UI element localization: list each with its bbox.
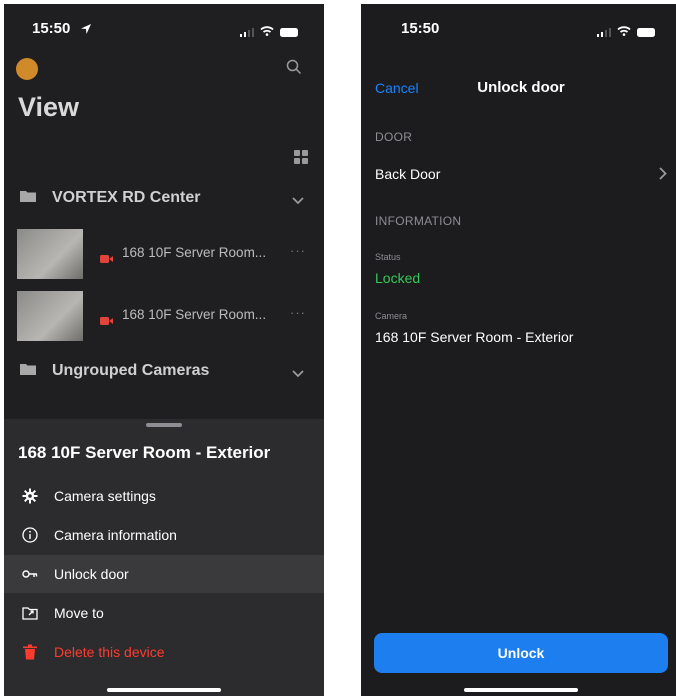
menu-item-move-to[interactable]: Move to [4,594,324,632]
camera-name: 168 10F Server Room... [122,307,267,322]
camera-group-ungrouped[interactable]: Ungrouped Cameras [4,356,324,386]
home-indicator [107,688,221,692]
menu-item-camera-settings[interactable]: Camera settings [4,477,324,515]
camera-icon [100,250,113,268]
menu-item-delete-device[interactable]: Delete this device [4,633,324,671]
camera-list-item[interactable]: 168 10F Server Room... ··· [4,291,324,341]
unlock-button[interactable]: Unlock [374,633,668,673]
camera-thumbnail [17,291,83,341]
home-indicator [464,688,578,692]
location-arrow-icon [80,22,92,40]
page-title: Unlock door [477,79,565,96]
folder-icon [20,189,36,207]
camera-icon [100,312,113,330]
sheet-title: 168 10F Server Room - Exterior [18,443,271,462]
more-options-icon[interactable]: ··· [290,243,306,258]
move-icon [20,605,40,621]
menu-item-unlock-door[interactable]: Unlock door [4,555,324,593]
signal-icon [596,27,611,37]
nav-bar: Cancel Unlock door [361,64,676,104]
section-header-door: DOOR [375,130,413,144]
page-title: View [18,92,80,122]
camera-group-vortex[interactable]: VORTEX RD Center [4,183,324,213]
status-bar: 15:50 [4,4,324,44]
group-name: VORTEX RD Center [52,189,201,206]
status-time: 15:50 [401,20,440,37]
action-sheet: 168 10F Server Room - Exterior Camera se… [4,419,324,696]
grid-view-icon[interactable] [294,150,308,169]
status-value: Locked [375,270,421,286]
sheet-handle[interactable] [146,423,182,427]
status-time: 15:50 [32,20,71,37]
camera-value: 168 10F Server Room - Exterior [375,329,574,345]
menu-item-label: Camera settings [54,488,156,504]
chevron-down-icon[interactable] [292,365,304,383]
wifi-icon [617,23,631,41]
left-phone-screen: 15:50 View VORTEX RD Center 168 10F Serv… [4,4,324,696]
section-header-information: INFORMATION [375,214,462,228]
menu-item-camera-information[interactable]: Camera information [4,516,324,554]
menu-item-label: Unlock door [54,566,129,582]
door-value: Back Door [375,166,441,182]
battery-icon [280,27,298,37]
menu-item-label: Camera information [54,527,177,543]
chevron-right-icon [659,167,667,185]
right-phone-screen: 15:50 Cancel Unlock door DOOR Back Door … [361,4,676,696]
status-bar: 15:50 [361,4,676,44]
more-options-icon[interactable]: ··· [290,305,306,320]
gear-icon [20,488,40,504]
trash-icon [20,644,40,660]
camera-name: 168 10F Server Room... [122,245,267,260]
camera-thumbnail [17,229,83,279]
key-icon [20,569,40,579]
menu-item-label: Delete this device [54,644,165,660]
wifi-icon [260,23,274,41]
chevron-down-icon[interactable] [292,192,304,210]
camera-label: Camera [375,311,408,321]
signal-icon [239,27,254,37]
battery-icon [637,27,655,37]
group-name: Ungrouped Cameras [52,362,210,379]
status-label: Status [375,252,401,262]
avatar[interactable] [16,58,38,80]
door-select-row[interactable]: Back Door [361,155,676,193]
search-icon[interactable] [286,59,302,80]
camera-list-item[interactable]: 168 10F Server Room... ··· [4,229,324,279]
menu-item-label: Move to [54,605,104,621]
info-icon [20,527,40,543]
folder-icon [20,362,36,380]
